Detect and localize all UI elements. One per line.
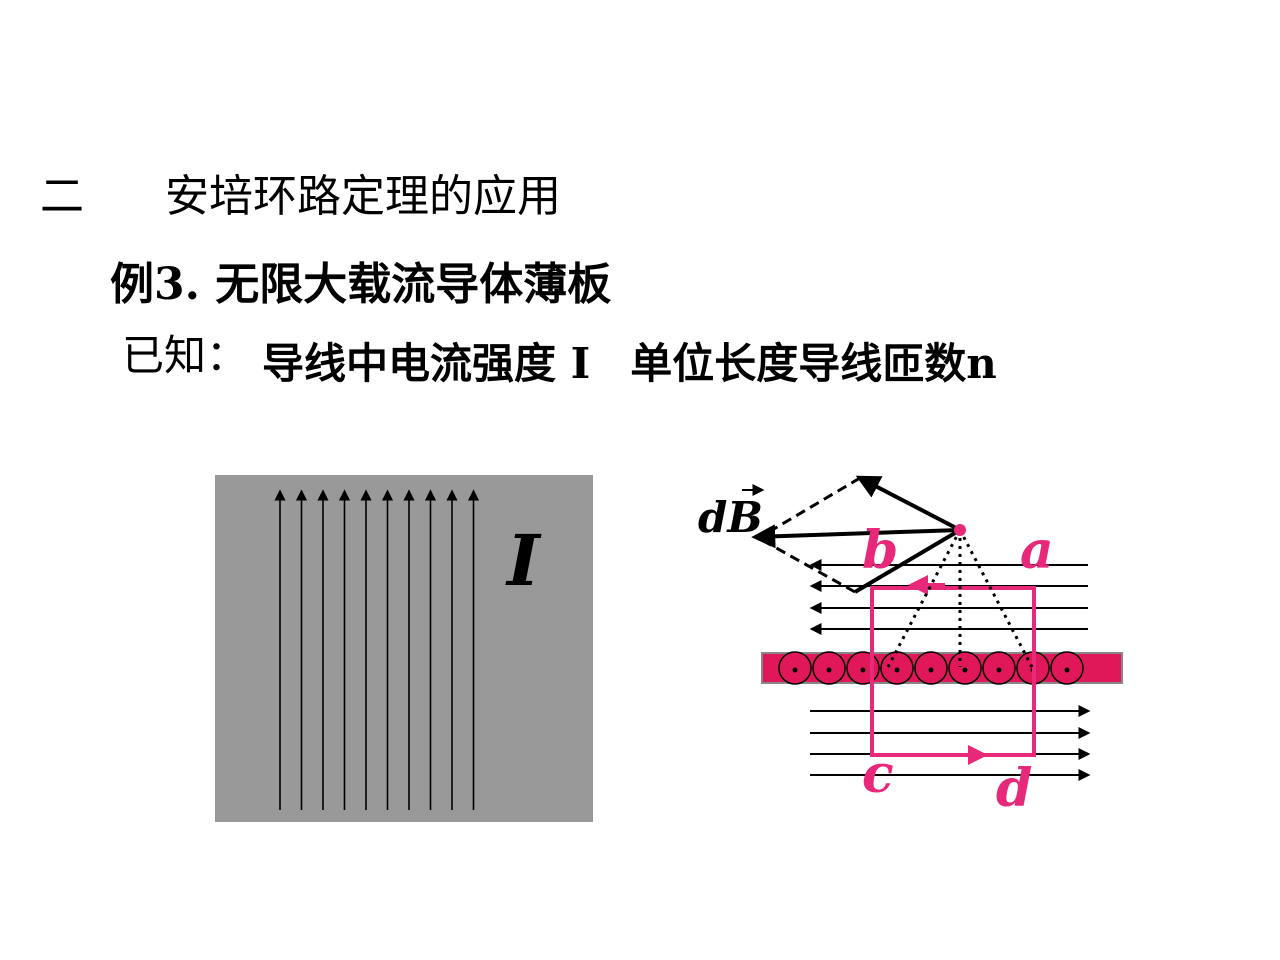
wire-current-dot bbox=[894, 667, 900, 673]
magnetic-field-figure: dB b a c d bbox=[698, 475, 1123, 819]
wire-current-dot bbox=[996, 667, 1002, 673]
conducting-plate-figure: I bbox=[215, 475, 593, 822]
field-point bbox=[954, 524, 966, 536]
wire-current-dot bbox=[792, 667, 798, 673]
given-label: 已知： bbox=[122, 331, 249, 380]
wire-current-dot bbox=[928, 667, 934, 673]
section-heading: 二 安培环路定理的应用 bbox=[40, 160, 561, 224]
given-conditions: 导线中电流强度 I 单位长度导线匝数n bbox=[262, 330, 997, 391]
sheet-wire-cross-sections bbox=[778, 651, 1084, 685]
given-current: 导线中电流强度 I bbox=[262, 339, 591, 388]
wire-current-dot bbox=[962, 667, 968, 673]
point-label-d: d bbox=[996, 758, 1032, 819]
wire-current-dot bbox=[1064, 667, 1070, 673]
point-label-a: a bbox=[1020, 520, 1054, 581]
db-label-group: dB bbox=[698, 484, 765, 542]
field-lines-below bbox=[810, 705, 1091, 781]
section-number: 二 bbox=[40, 171, 84, 222]
wire-current-dot bbox=[860, 667, 866, 673]
point-label-c: c bbox=[862, 744, 894, 805]
plate-current-label: I bbox=[505, 519, 542, 602]
section-title: 安培环路定理的应用 bbox=[165, 171, 561, 222]
db-label: dB bbox=[698, 493, 763, 542]
db-vector-construction bbox=[751, 475, 962, 594]
example-title: 例3. 无限大载流导体薄板 bbox=[110, 259, 612, 310]
dotted-construction-lines bbox=[886, 529, 1034, 668]
given-turns: 单位长度导线匝数n bbox=[630, 339, 997, 388]
wire-current-dot bbox=[826, 667, 832, 673]
point-label-b: b bbox=[862, 520, 898, 581]
